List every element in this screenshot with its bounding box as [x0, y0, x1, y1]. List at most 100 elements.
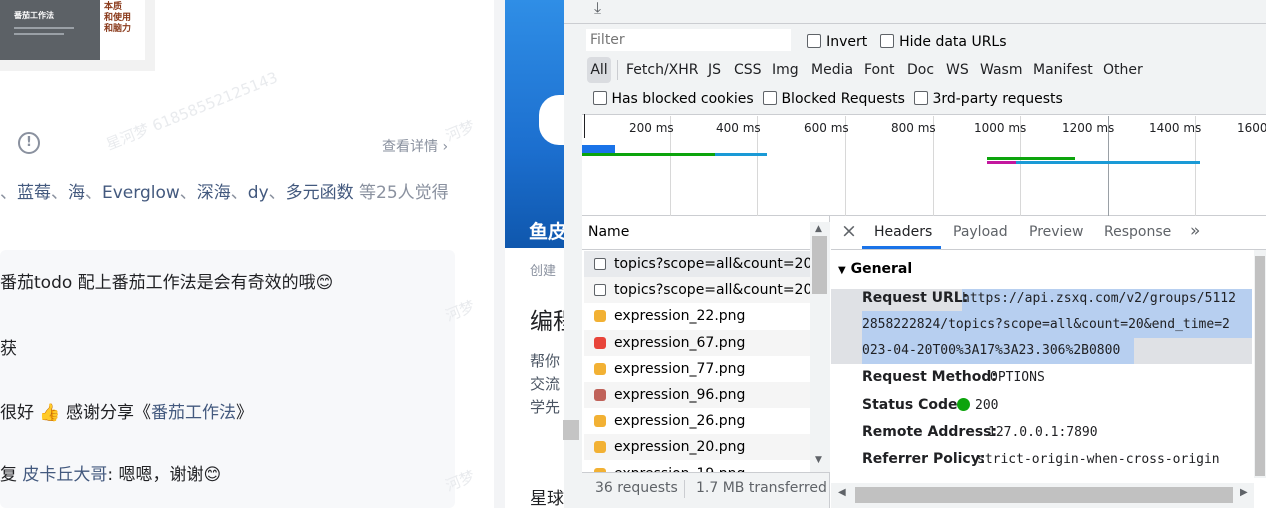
filter-other[interactable]: Other — [1103, 57, 1143, 83]
filter-doc[interactable]: Doc — [907, 57, 934, 83]
group-title: 编程 — [530, 309, 564, 335]
scrollbar-thumb[interactable] — [812, 236, 827, 294]
image-icon — [594, 389, 606, 401]
scroll-up-icon[interactable]: ▲ — [815, 224, 822, 234]
request-row[interactable]: expression_77.png — [584, 355, 810, 382]
scroll-right-icon[interactable]: ▶ — [1240, 487, 1248, 498]
splitter-handle[interactable] — [563, 420, 579, 440]
filter-img[interactable]: Img — [772, 57, 799, 83]
book-cover-title: 番茄工作法 — [14, 11, 54, 20]
filter-wasm[interactable]: Wasm — [980, 57, 1022, 83]
post-detail-page: 番茄工作法 本质 和使用 和脑力 星河梦 61858552125143 河梦 !… — [0, 0, 494, 508]
tab-payload[interactable]: Payload — [953, 224, 1008, 240]
liker-link[interactable]: 深海 — [197, 183, 231, 203]
liker-link[interactable]: 蓝莓 — [17, 183, 51, 203]
liker-link[interactable]: dy — [248, 183, 269, 203]
created-label: 创建 — [530, 264, 557, 279]
general-section-toggle[interactable]: ▼ General — [838, 261, 912, 277]
tab-headers[interactable]: Headers — [874, 224, 932, 240]
scroll-down-icon[interactable]: ▼ — [815, 455, 822, 465]
timeline-bar — [987, 157, 1075, 160]
report-icon[interactable]: ! — [18, 132, 40, 154]
remote-address-label: Remote Address: — [862, 424, 998, 440]
detail-link[interactable]: 查看详情 › — [382, 136, 448, 156]
request-row[interactable]: expression_96.png — [584, 382, 810, 408]
planet-card: 星球 — [505, 462, 564, 509]
timeline-label: 200 ms — [629, 121, 674, 135]
user-link[interactable]: 皮卡丘大哥 — [22, 465, 107, 485]
status-code-label: Status Code: — [862, 397, 964, 413]
request-name: expression_20.png — [614, 439, 746, 456]
filter-media[interactable]: Media — [811, 57, 853, 83]
book-spine: 本质 和使用 和脑力 — [100, 0, 145, 60]
blocked-cookies-checkbox[interactable]: Has blocked cookies — [593, 91, 754, 107]
close-icon[interactable]: × — [841, 220, 857, 242]
request-row[interactable]: expression_26.png — [584, 408, 810, 435]
image-icon — [594, 415, 606, 428]
filter-font[interactable]: Font — [864, 57, 894, 83]
referrer-policy-value: strict-origin-when-cross-origin — [977, 452, 1220, 467]
image-icon — [594, 336, 606, 349]
filter-manifest[interactable]: Manifest — [1033, 57, 1093, 83]
request-url-value[interactable]: 023-04-20T00%3A17%3A23.306%2B0800 — [862, 343, 1120, 358]
comment-text: 番茄todo 配上番茄工作法是会有奇效的哦😊 — [0, 273, 334, 293]
request-name: expression_77.png — [614, 360, 746, 377]
request-row[interactable]: expression_67.png — [584, 329, 810, 356]
details-vscroll-thumb[interactable] — [1255, 256, 1265, 476]
details-hscroll-thumb[interactable] — [855, 487, 1233, 503]
referrer-policy-label: Referrer Policy: — [862, 451, 986, 467]
invert-checkbox[interactable]: Invert — [807, 31, 867, 50]
request-row[interactable]: topics?scope=all&count=20& — [584, 277, 810, 304]
request-method-value: OPTIONS — [990, 370, 1045, 385]
liker-link[interactable]: 海 — [68, 183, 85, 203]
request-row[interactable]: expression_22.png — [584, 303, 810, 330]
request-url-value[interactable]: https://api.zsxq.com/v2/groups/5112 — [962, 291, 1236, 306]
more-tabs-icon[interactable]: » — [1190, 221, 1200, 241]
timeline-label: 1000 ms — [974, 121, 1027, 135]
active-tab-indicator — [862, 246, 941, 249]
filter-input[interactable] — [586, 29, 791, 51]
request-name: topics?scope=all&count=20& — [614, 256, 810, 272]
status-green-dot-icon — [957, 398, 970, 411]
book-image[interactable]: 番茄工作法 本质 和使用 和脑力 — [0, 0, 155, 71]
network-toolbar — [564, 0, 1266, 24]
third-party-checkbox[interactable]: 3rd-party requests — [914, 91, 1063, 107]
watermark: 星河梦 61858552125143 — [103, 68, 281, 154]
timeline-bar — [1016, 161, 1200, 164]
liker-link[interactable]: Everglow — [102, 183, 180, 203]
book-link[interactable]: 番茄工作法 — [151, 403, 236, 423]
tab-preview[interactable]: Preview — [1029, 224, 1084, 240]
document-icon — [594, 284, 606, 297]
timeline-bar — [715, 153, 767, 156]
request-row[interactable]: expression_20.png — [584, 434, 810, 461]
timeline-bar — [987, 161, 1016, 164]
download-icon[interactable]: ⤓ — [594, 0, 601, 18]
tab-response[interactable]: Response — [1104, 224, 1171, 240]
timeline-label: 1400 ms — [1149, 121, 1202, 135]
group-desc: 帮你 交流 学先 — [530, 352, 561, 416]
filter-ws[interactable]: WS — [946, 57, 969, 83]
likers-line: 、蓝莓、海、Everglow、深海、dy、多元函数 等25人觉得 — [0, 183, 449, 203]
hide-data-urls-checkbox[interactable]: Hide data URLs — [880, 31, 1007, 50]
filter-fetch-xhr[interactable]: Fetch/XHR — [626, 57, 699, 83]
blocked-requests-checkbox[interactable]: Blocked Requests — [763, 91, 905, 107]
filter-all[interactable]: All — [587, 57, 611, 83]
request-url-label: Request URL: — [862, 290, 969, 306]
comment-text: 获 — [0, 339, 17, 359]
liker-link[interactable]: 多元函数 — [286, 183, 354, 203]
group-banner[interactable]: 鱼皮 — [505, 0, 564, 248]
filter-css[interactable]: CSS — [734, 57, 762, 83]
request-count: 36 requests — [595, 480, 678, 496]
filter-js[interactable]: JS — [708, 57, 721, 83]
request-name: expression_26.png — [614, 413, 746, 430]
name-column-header[interactable]: Name — [588, 224, 629, 240]
timeline-bar — [582, 153, 715, 156]
planet-title: 星球 — [530, 489, 564, 509]
comment-text: 复 皮卡丘大哥: 嗯嗯，谢谢😊 — [0, 465, 222, 485]
document-icon — [594, 258, 606, 270]
image-icon — [594, 441, 606, 454]
scroll-left-icon[interactable]: ◀ — [838, 487, 846, 498]
image-icon — [594, 362, 606, 375]
request-row[interactable]: topics?scope=all&count=20& — [584, 251, 810, 277]
request-url-value[interactable]: 2858222824/topics?scope=all&count=20&end… — [862, 317, 1230, 332]
